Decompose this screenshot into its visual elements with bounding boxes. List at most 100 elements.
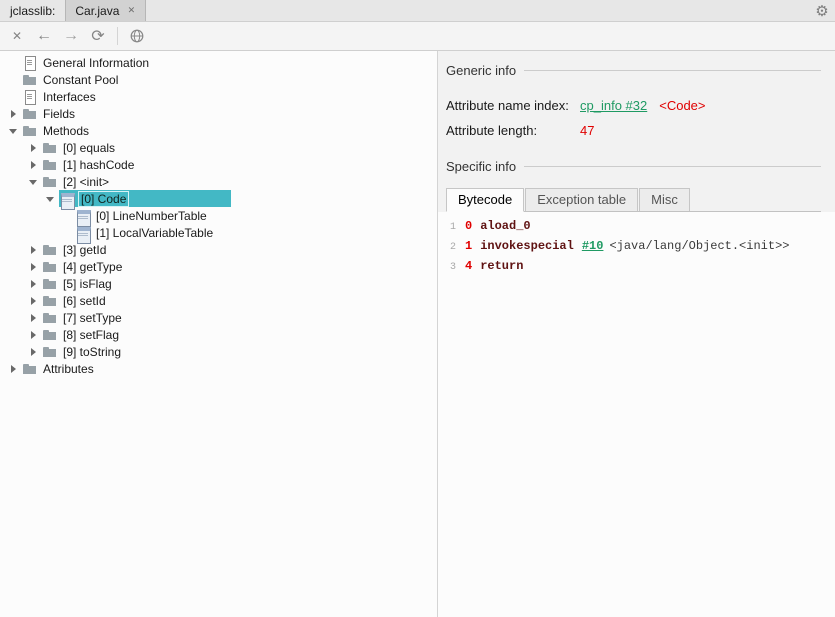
tree-item-methods[interactable]: Methods bbox=[0, 122, 437, 139]
tree-item-setflag[interactable]: [8] setFlag bbox=[0, 326, 437, 343]
folder-icon bbox=[42, 157, 58, 173]
tree-item-isflag[interactable]: [5] isFlag bbox=[0, 275, 437, 292]
chevron-right-icon[interactable] bbox=[26, 276, 42, 292]
tree-item-label: [9] toString bbox=[63, 344, 122, 359]
folder-icon bbox=[42, 344, 58, 360]
chevron-right-icon[interactable] bbox=[26, 242, 42, 258]
bytecode-mnemonic: aload_0 bbox=[480, 219, 531, 233]
folder-icon bbox=[42, 140, 58, 156]
bytecode-line: 1 0 aload_0 bbox=[444, 217, 835, 237]
refresh-button[interactable] bbox=[86, 25, 110, 47]
bytecode-offset: 1 bbox=[465, 239, 473, 253]
bytecode-view: 1 0 aload_0 2 1 invokespecial #10 <java/… bbox=[438, 212, 835, 617]
folder-icon bbox=[22, 72, 38, 88]
tree-item-label: [1] LocalVariableTable bbox=[96, 225, 214, 240]
tree-item-label: [4] getType bbox=[63, 259, 123, 274]
folder-icon bbox=[22, 361, 38, 377]
bytecode-line: 3 4 return bbox=[444, 257, 835, 277]
attribute-icon bbox=[75, 208, 91, 227]
generic-info-header: Generic info bbox=[446, 63, 821, 78]
tab-close-icon[interactable] bbox=[126, 5, 136, 17]
tree-item-setid[interactable]: [6] setId bbox=[0, 292, 437, 309]
tree-item-getid[interactable]: [3] getId bbox=[0, 241, 437, 258]
app-label: jclasslib: bbox=[10, 3, 56, 18]
tree-item-label: [8] setFlag bbox=[63, 327, 120, 342]
tree-item-label: Fields bbox=[43, 106, 76, 121]
specific-info-header: Specific info bbox=[446, 159, 821, 174]
chevron-right-icon[interactable] bbox=[6, 106, 22, 122]
folder-icon bbox=[22, 106, 38, 122]
tree-item-label: Attributes bbox=[43, 361, 94, 376]
tree-item-label: [6] setId bbox=[63, 293, 106, 308]
tree-item-fields[interactable]: Fields bbox=[0, 105, 437, 122]
selection-highlight: [0] Code bbox=[59, 190, 232, 210]
header-rule bbox=[524, 70, 821, 71]
tree-item-label: [0] LineNumberTable bbox=[96, 208, 207, 223]
specific-info-title: Specific info bbox=[446, 159, 517, 174]
tree-item-equals[interactable]: [0] equals bbox=[0, 139, 437, 156]
tree-item-hashcode[interactable]: [1] hashCode bbox=[0, 156, 437, 173]
tree-item-constant-pool[interactable]: Constant Pool bbox=[0, 71, 437, 88]
tab-bytecode[interactable]: Bytecode bbox=[446, 188, 525, 212]
bytecode-offset: 4 bbox=[465, 259, 473, 273]
bytecode-mnemonic: invokespecial bbox=[480, 239, 574, 253]
line-number: 1 bbox=[449, 222, 456, 233]
tab-car-java[interactable]: Car.java bbox=[65, 0, 147, 21]
tree-item-gettype[interactable]: [4] getType bbox=[0, 258, 437, 275]
chevron-down-icon[interactable] bbox=[26, 174, 42, 190]
tab-exception-table[interactable]: Exception table bbox=[525, 188, 639, 211]
tree-item-label: Interfaces bbox=[43, 89, 96, 104]
chevron-right-icon[interactable] bbox=[6, 361, 22, 377]
attribute-type-value: <Code> bbox=[659, 98, 706, 113]
line-number: 3 bbox=[449, 262, 456, 273]
folder-icon bbox=[42, 174, 58, 190]
tree-item-attributes[interactable]: Attributes bbox=[0, 360, 437, 377]
chevron-right-icon[interactable] bbox=[26, 157, 42, 173]
tree-item-label: [0] Code bbox=[78, 190, 130, 207]
tab-label: Car.java bbox=[75, 3, 120, 18]
tab-misc[interactable]: Misc bbox=[639, 188, 690, 211]
tree-item-label: [3] getId bbox=[63, 242, 107, 257]
tree-item-general-information[interactable]: General Information bbox=[0, 54, 437, 71]
web-docs-button[interactable] bbox=[125, 25, 149, 47]
chevron-down-icon[interactable] bbox=[43, 191, 59, 207]
line-number: 2 bbox=[449, 242, 456, 253]
chevron-right-icon[interactable] bbox=[26, 344, 42, 360]
tree-item-linenumbertable[interactable]: [0] LineNumberTable bbox=[0, 207, 437, 227]
close-button[interactable] bbox=[5, 25, 29, 47]
tree-item-settype[interactable]: [7] setType bbox=[0, 309, 437, 326]
tree-item-localvariabletable[interactable]: [1] LocalVariableTable bbox=[0, 224, 437, 244]
chevron-right-icon[interactable] bbox=[26, 327, 42, 343]
forward-button[interactable] bbox=[59, 25, 83, 47]
tree-item-tostring[interactable]: [9] toString bbox=[0, 343, 437, 360]
chevron-right-icon[interactable] bbox=[26, 293, 42, 309]
attribute-length-row: Attribute length: 47 bbox=[446, 123, 821, 138]
titlebar-spacer bbox=[146, 0, 809, 21]
constant-pool-ref-link[interactable]: #10 bbox=[582, 237, 604, 255]
main-split: General Information Constant Pool Interf… bbox=[0, 51, 835, 617]
bytecode-comment: <java/lang/Object.<init>> bbox=[609, 239, 790, 253]
tree-item-interfaces[interactable]: Interfaces bbox=[0, 88, 437, 105]
chevron-right-icon[interactable] bbox=[26, 259, 42, 275]
attribute-name-index-label: Attribute name index: bbox=[446, 98, 569, 113]
attribute-length-value: 47 bbox=[580, 123, 595, 138]
tree-item-init[interactable]: [2] <init> bbox=[0, 173, 437, 190]
bytecode-mnemonic: return bbox=[480, 259, 524, 273]
tree-item-code-selected[interactable]: [0] Code bbox=[0, 190, 437, 210]
title-tab-bar: jclasslib: Car.java bbox=[0, 0, 835, 22]
chevron-right-icon[interactable] bbox=[26, 310, 42, 326]
folder-icon bbox=[42, 259, 58, 275]
chevron-down-icon[interactable] bbox=[6, 123, 22, 139]
back-button[interactable] bbox=[32, 25, 56, 47]
tree-item-label: [2] <init> bbox=[63, 174, 110, 189]
tree-item-label: Constant Pool bbox=[43, 72, 119, 87]
toolbar bbox=[0, 22, 835, 51]
bytecode-line: 2 1 invokespecial #10 <java/lang/Object.… bbox=[444, 237, 835, 257]
cp-info-link[interactable]: cp_info #32 bbox=[580, 98, 647, 113]
settings-gear-icon[interactable] bbox=[809, 0, 835, 21]
folder-icon bbox=[42, 327, 58, 343]
chevron-right-icon[interactable] bbox=[26, 140, 42, 156]
generic-info-title: Generic info bbox=[446, 63, 517, 78]
toolbar-separator bbox=[117, 27, 118, 45]
header-rule bbox=[524, 166, 821, 167]
